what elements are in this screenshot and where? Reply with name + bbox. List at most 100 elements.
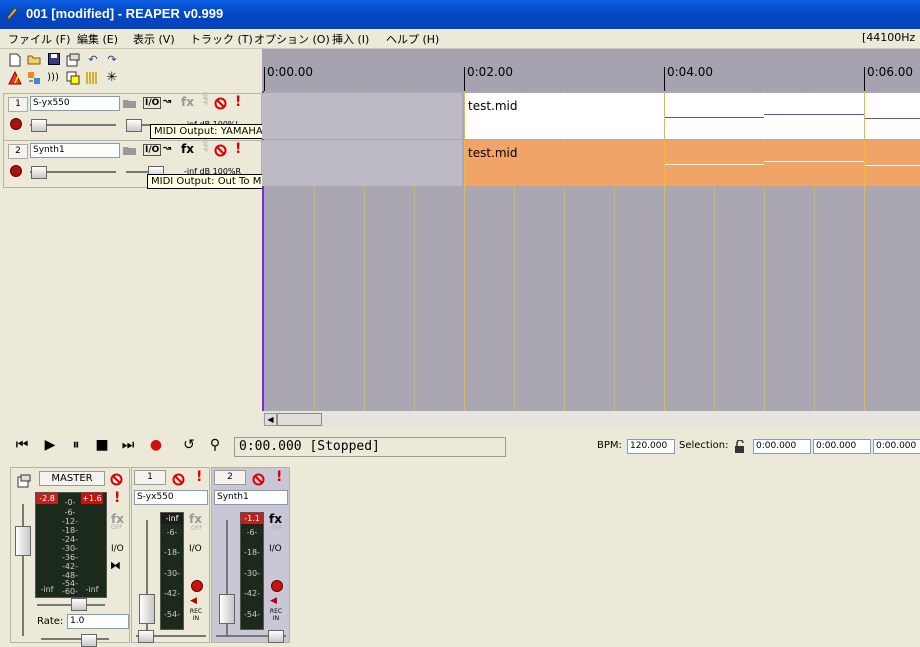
track-name-field[interactable]: S-yx550 [30,96,120,111]
envelope-icon[interactable]: ↝ [163,143,171,154]
time-display[interactable]: 0:00.000 [Stopped] [234,437,506,457]
folder-icon[interactable] [123,98,137,109]
menu-edit[interactable]: 編集 (E) [77,31,118,47]
master-mute-icon[interactable] [110,473,123,486]
record-monitor-icon[interactable]: ◀ [270,596,277,606]
channel-peak[interactable]: -1.1 [241,513,263,524]
scrollbar-thumb[interactable] [277,413,322,426]
go-to-end-icon[interactable]: ⏭ [120,437,136,453]
record-icon[interactable]: ● [148,437,164,453]
channel-pan-knob[interactable] [138,630,154,643]
open-project-icon[interactable] [27,53,41,67]
metronome-icon[interactable] [8,70,22,85]
channel-name-field[interactable]: Synth1 [214,490,288,505]
master-pan-knob[interactable] [71,598,87,611]
channel-io-button[interactable]: I/O [269,544,282,554]
mute-icon[interactable] [214,144,227,157]
channel-mute-icon[interactable] [252,473,265,486]
channel-volume-knob[interactable] [219,594,235,624]
grid-lines-icon[interactable] [85,71,99,85]
record-arm-button[interactable] [10,118,22,130]
folder-icon[interactable] [123,145,137,156]
scroll-left-icon[interactable]: ◀ [264,413,277,426]
record-monitor-icon[interactable]: ◀ [190,596,197,606]
menu-help[interactable]: ヘルプ (H) [386,31,439,47]
rate-field[interactable]: 1.0 [67,614,129,629]
midi-item[interactable]: test.mid [464,140,920,186]
channel-fx-button[interactable]: fx [269,512,282,526]
selection-end-field[interactable]: 0:00.000 [813,439,871,454]
menu-options[interactable]: オプション (O) [254,31,330,47]
fx-button[interactable]: fx [181,95,194,109]
midi-item[interactable]: test.mid [464,93,920,139]
monitor-icon[interactable]: ))) [46,71,60,85]
horizontal-scrollbar[interactable]: ◀ [262,411,920,427]
channel-number[interactable]: 2 [214,470,246,485]
snap-icon[interactable] [66,71,80,85]
ruler-label: 0:06.00 [867,65,914,79]
channel-mute-icon[interactable] [172,473,185,486]
arrange-view[interactable]: 0:00.00 0:02.00 0:04.00 0:06.00 test.mid… [262,49,920,427]
channel-fx-button[interactable]: fx [189,512,202,526]
track-number[interactable]: 2 [8,144,28,159]
record-arm-button[interactable] [10,165,22,177]
fx-button[interactable]: fx [181,142,194,156]
menu-track[interactable]: トラック (T) [190,31,253,47]
stop-icon[interactable]: ■ [94,437,110,453]
repeat-icon[interactable]: ↺ [181,437,197,453]
redo-icon[interactable]: ↷ [105,53,119,67]
menu-view[interactable]: 表示 (V) [133,31,175,47]
undo-icon[interactable]: ↶ [86,53,100,67]
ripple-edit-icon[interactable]: ✳ [105,71,119,85]
master-volume-knob[interactable] [15,526,31,556]
pause-icon[interactable]: ⏸ [68,437,84,453]
solo-icon[interactable]: ! [235,94,241,110]
save-project-icon[interactable] [47,53,61,67]
channel-io-button[interactable]: I/O [189,544,202,554]
menu-insert[interactable]: 挿入 (I) [332,31,369,47]
project-settings-icon[interactable] [66,53,80,67]
channel-name-field[interactable]: S-yx550 [134,490,208,505]
record-mode-icon[interactable]: ⚲ [207,437,223,453]
channel-record-arm-button[interactable] [191,580,203,592]
menu-file[interactable]: ファイル (F) [8,31,70,47]
play-icon[interactable]: ▶ [42,437,58,453]
selection-length-field[interactable]: 0:00.000 [873,439,920,454]
timeline-ruler[interactable]: 0:00.00 0:02.00 0:04.00 0:06.00 [262,49,920,91]
master-peak-right[interactable]: +1.6 [81,493,103,504]
channel-volume-knob[interactable] [139,594,155,624]
bpm-field[interactable]: 120.000 [627,439,675,454]
volume-knob[interactable] [31,119,47,132]
envelope-icon[interactable]: ↝ [163,96,171,107]
channel-solo-icon[interactable]: ! [196,469,202,485]
channel-record-arm-button[interactable] [271,580,283,592]
master-peak-left[interactable]: -2.8 [36,493,58,504]
track-number[interactable]: 1 [8,97,28,112]
master-settings-icon[interactable] [17,474,31,488]
meter-scale: -24- [62,535,78,544]
new-project-icon[interactable] [8,53,22,67]
title-bar[interactable]: 001 [modified] - REAPER v0.999 [0,0,920,29]
master-io-button[interactable]: I/O [111,544,124,554]
io-button[interactable]: I/O [143,97,162,109]
channel-pan-knob[interactable] [268,630,284,643]
go-to-start-icon[interactable]: ⏮ [14,437,30,453]
master-solo-icon[interactable]: ! [114,490,120,506]
mute-icon[interactable] [214,97,227,110]
ruler-tick [464,67,465,91]
grid-settings-icon[interactable] [27,71,41,85]
grid-line [814,91,815,411]
master-phase-icon[interactable]: ⧓ [110,559,121,572]
volume-knob[interactable] [31,166,47,179]
channel-solo-icon[interactable]: ! [276,469,282,485]
solo-icon[interactable]: ! [235,141,241,157]
pan-knob[interactable] [126,119,142,132]
playhead[interactable] [262,91,264,411]
channel-number[interactable]: 1 [134,470,166,485]
lock-icon[interactable] [734,440,746,453]
track-name-field[interactable]: Synth1 [30,143,120,158]
midi-note [664,117,764,118]
selection-start-field[interactable]: 0:00.000 [753,439,811,454]
io-button[interactable]: I/O [143,144,162,156]
channel-peak[interactable]: -inf [161,513,183,524]
